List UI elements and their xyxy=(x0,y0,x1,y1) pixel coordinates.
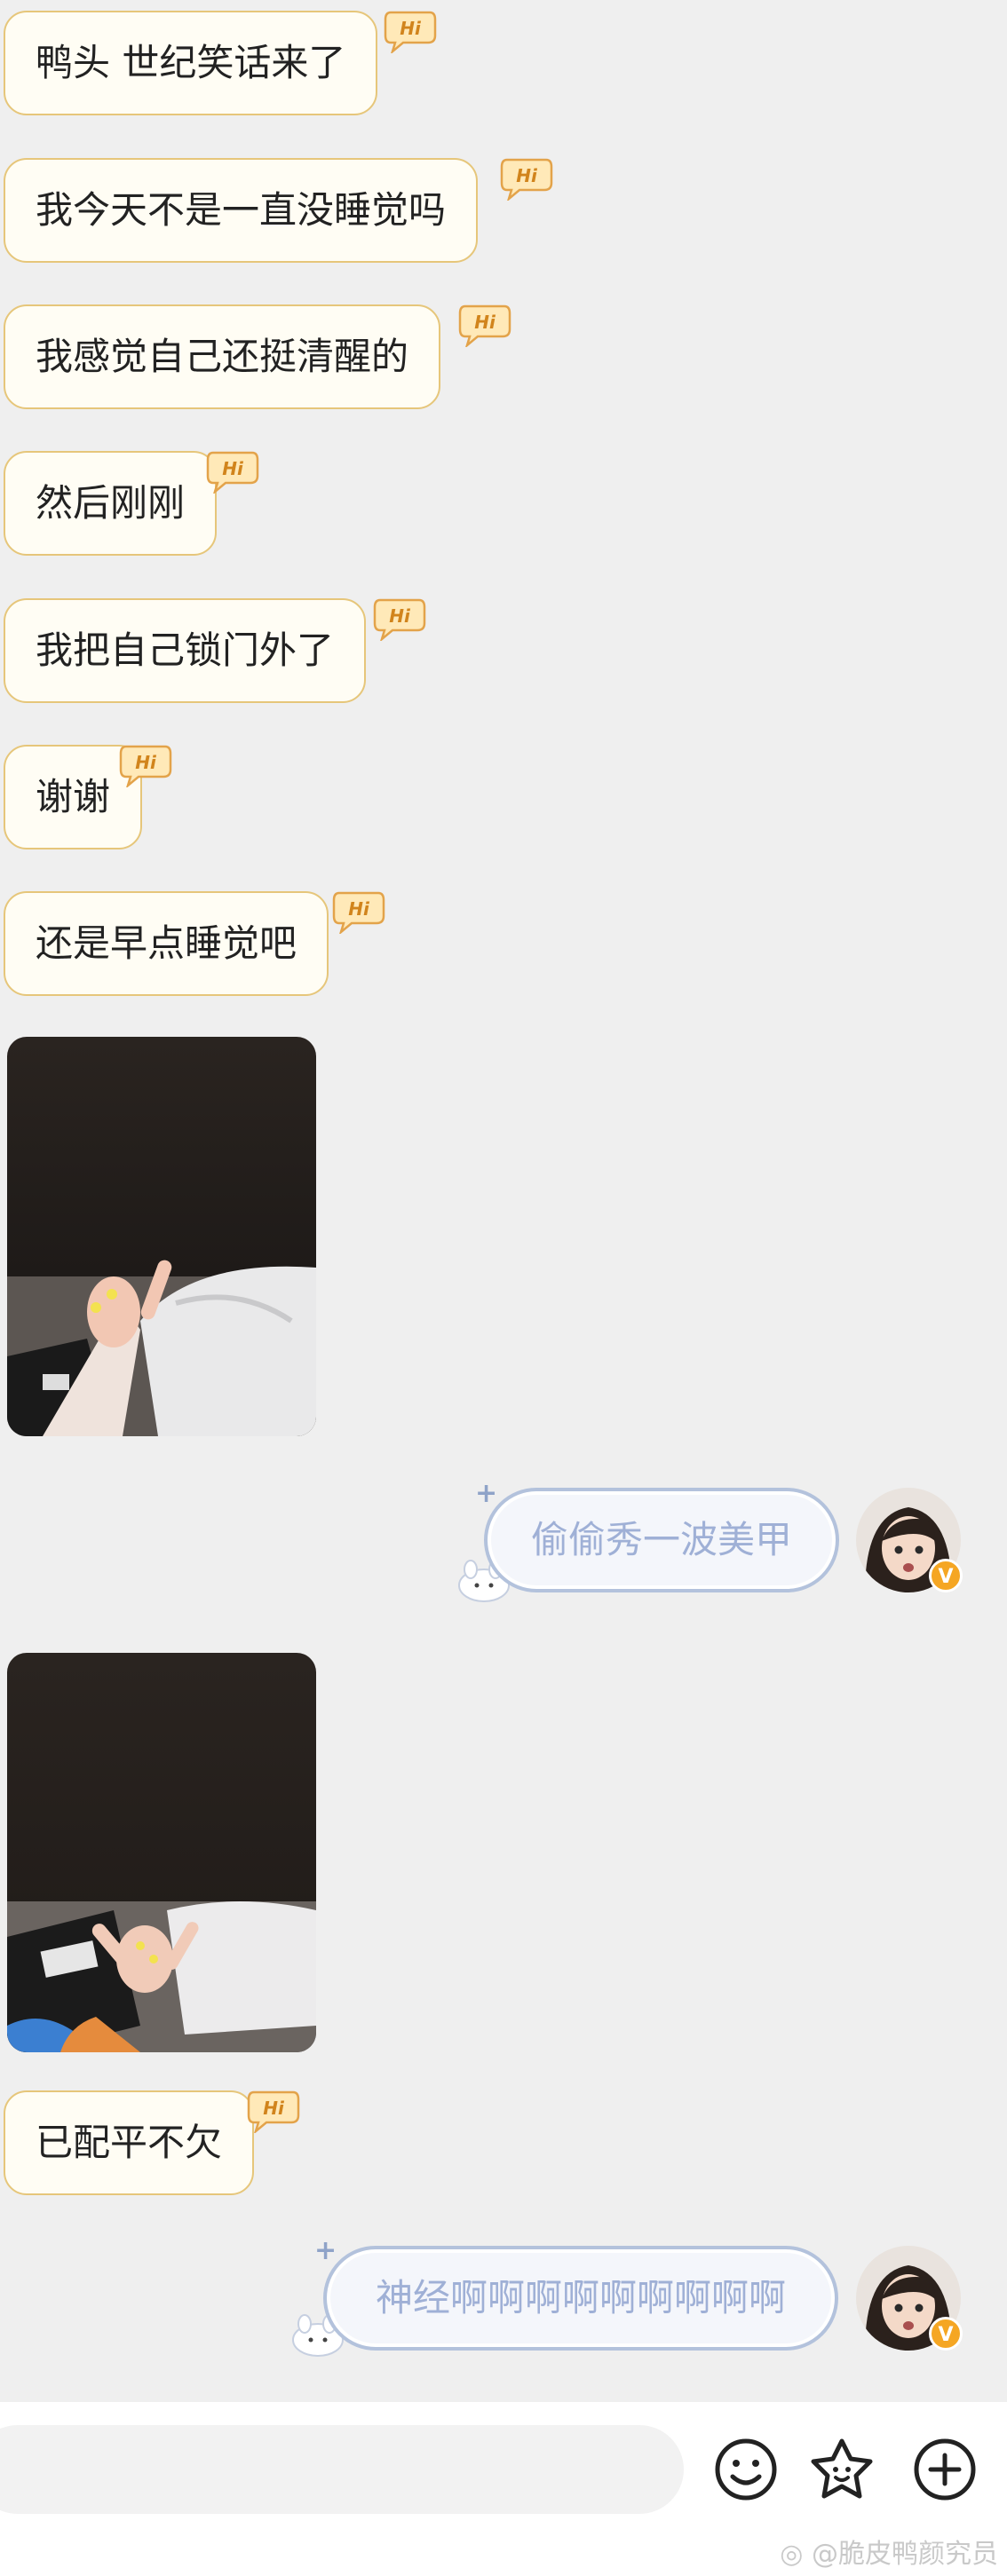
sparkle-icon: + xyxy=(475,1478,498,1509)
message-received[interactable]: 然后刚刚 xyxy=(4,451,218,556)
hand-photo-image xyxy=(7,1653,316,2052)
message-text: 鸭头 世纪笑话来了 xyxy=(36,41,346,84)
add-icon[interactable] xyxy=(909,2434,980,2505)
hi-bubble-icon: Hi xyxy=(384,11,437,53)
hand-photo-image xyxy=(7,1037,316,1436)
message-text: 我感觉自己还挺清醒的 xyxy=(36,335,409,378)
message-text: 神经啊啊啊啊啊啊啊啊啊 xyxy=(375,2276,786,2319)
svg-text:Hi: Hi xyxy=(474,312,496,333)
svg-text:Hi: Hi xyxy=(389,605,411,627)
message-sent[interactable]: 神经啊啊啊啊啊啊啊啊啊 xyxy=(323,2246,838,2351)
weibo-icon: ◎ xyxy=(780,2539,804,2570)
hi-bubble-icon: Hi xyxy=(119,745,172,787)
watermark-text: @脆皮鸭颜究员 xyxy=(812,2539,998,2570)
svg-text:Hi: Hi xyxy=(135,752,157,773)
sticker-icon[interactable] xyxy=(806,2434,877,2505)
message-text: 我今天不是一直没睡觉吗 xyxy=(36,188,447,232)
svg-text:Hi: Hi xyxy=(263,2098,285,2119)
svg-text:Hi: Hi xyxy=(348,898,370,920)
verified-badge: V xyxy=(929,2317,963,2351)
message-text: 已配平不欠 xyxy=(36,2121,223,2164)
input-bar: ◎ @脆皮鸭颜究员 xyxy=(0,2402,1007,2576)
message-text: 我把自己锁门外了 xyxy=(36,628,335,672)
message-received[interactable]: 还是早点睡觉吧 xyxy=(4,891,329,996)
message-image[interactable] xyxy=(7,1653,316,2052)
emoji-icon[interactable] xyxy=(710,2434,781,2505)
message-text: 偷偷秀一波美甲 xyxy=(530,1518,792,1561)
watermark: ◎ @脆皮鸭颜究员 xyxy=(780,2532,998,2571)
svg-text:Hi: Hi xyxy=(516,165,538,186)
svg-text:Hi: Hi xyxy=(400,18,422,39)
message-received[interactable]: 鸭头 世纪笑话来了 xyxy=(4,11,378,115)
hi-bubble-icon: Hi xyxy=(332,891,385,934)
message-text: 然后刚刚 xyxy=(36,481,186,525)
message-received[interactable]: 我把自己锁门外了 xyxy=(4,598,367,703)
message-received[interactable]: 我今天不是一直没睡觉吗 xyxy=(4,158,479,263)
message-received[interactable]: 已配平不欠 xyxy=(4,2090,255,2195)
hi-bubble-icon: Hi xyxy=(458,304,511,347)
message-input[interactable] xyxy=(0,2425,684,2514)
message-received[interactable]: 我感觉自己还挺清醒的 xyxy=(4,304,441,409)
message-image[interactable] xyxy=(7,1037,316,1436)
hi-bubble-icon: Hi xyxy=(500,158,553,201)
message-sent[interactable]: 偷偷秀一波美甲 xyxy=(484,1488,839,1592)
message-text: 还是早点睡觉吧 xyxy=(36,921,297,965)
hi-bubble-icon: Hi xyxy=(247,2090,300,2133)
sparkle-icon: + xyxy=(314,2235,337,2266)
hi-bubble-icon: Hi xyxy=(206,451,259,494)
verified-badge: V xyxy=(929,1559,963,1592)
hi-bubble-icon: Hi xyxy=(373,598,426,641)
svg-text:Hi: Hi xyxy=(222,458,244,479)
message-text: 谢谢 xyxy=(36,775,111,818)
